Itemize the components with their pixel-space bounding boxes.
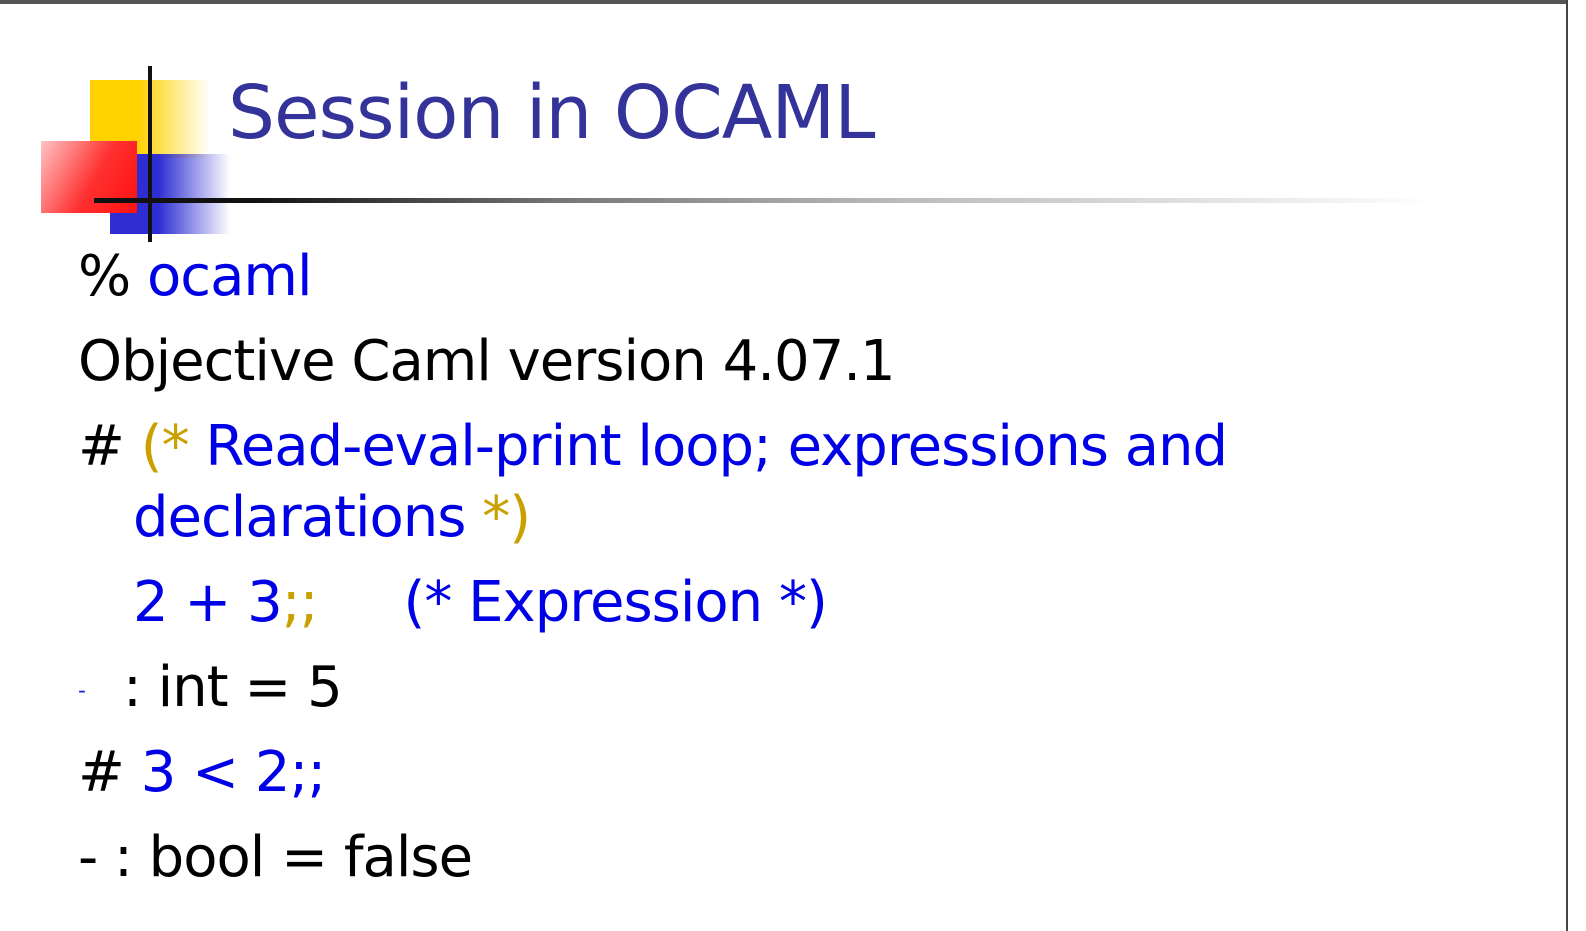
line-comment-cont: declarations *)	[133, 485, 531, 550]
slide-title: Session in OCAML	[228, 70, 875, 156]
window-right-border	[1566, 0, 1586, 931]
line-expression: 2 + 3;; (* Expression *)	[133, 570, 828, 635]
shell-prompt: %	[78, 244, 131, 309]
repl-prompt: #	[78, 414, 125, 479]
logo-vertical-line	[148, 66, 152, 242]
line-compare: # 3 < 2;;	[78, 740, 327, 805]
comment-close-star: *	[482, 485, 510, 550]
comment-text-2: declarations	[133, 485, 466, 550]
line-int-result: - : int = 5	[78, 655, 343, 720]
repl-prompt-2: #	[78, 740, 125, 805]
expression: 2 + 3	[133, 570, 283, 635]
comment-close-paren: )	[509, 485, 531, 550]
expression-terminator: ;;	[281, 570, 319, 635]
title-underline	[94, 198, 1434, 203]
slide: Session in OCAML % ocaml Objective Caml …	[0, 4, 1566, 931]
command-text: ocaml	[147, 244, 312, 309]
version-line: Objective Caml version 4.07.1	[78, 329, 896, 394]
bool-result: - : bool = false	[78, 825, 473, 890]
bullet-dash: -	[78, 678, 86, 704]
compare-expression: 3 < 2;;	[140, 740, 327, 805]
expression-comment: (* Expression *)	[403, 570, 828, 635]
comment-text-1: Read-eval-print loop; expressions and	[205, 414, 1228, 479]
line-start-ocaml: % ocaml	[78, 244, 313, 309]
comment-open: (*	[140, 414, 190, 479]
line-comment: # (* Read-eval-print loop; expressions a…	[78, 414, 1228, 479]
int-result: : int = 5	[122, 655, 343, 720]
